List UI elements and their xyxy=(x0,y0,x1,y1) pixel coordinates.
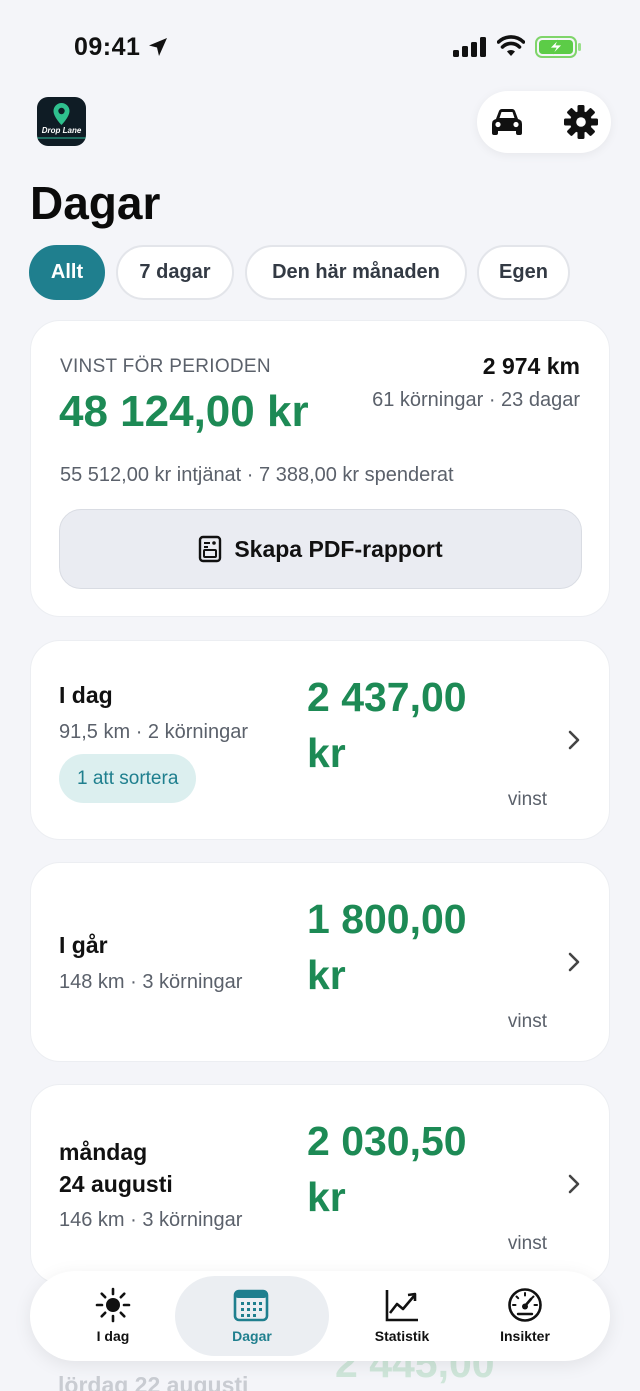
car-icon[interactable] xyxy=(487,102,527,142)
sun-icon xyxy=(95,1287,131,1323)
cellular-signal-icon xyxy=(453,37,486,57)
day-subtitle: 148 km · 3 körningar xyxy=(59,971,243,993)
gauge-icon xyxy=(508,1288,542,1322)
tab-days[interactable]: Dagar xyxy=(174,1271,329,1361)
tab-label: I dag xyxy=(96,1328,130,1344)
day-card-monday[interactable]: måndag 24 augusti 146 km · 3 körningar 2… xyxy=(30,1084,610,1284)
filter-chip-this-month[interactable]: Den här månaden xyxy=(245,245,467,300)
wifi-icon xyxy=(497,35,525,56)
chevron-right-icon xyxy=(568,730,580,750)
day-profit-label: vinst xyxy=(507,1233,547,1254)
day-subtitle: 91,5 km · 2 körningar xyxy=(59,721,248,743)
chevron-right-icon xyxy=(568,952,580,972)
day-profit-label: vinst xyxy=(507,1011,547,1032)
page-title: Dagar xyxy=(30,177,161,229)
day-profit-currency: kr xyxy=(307,952,346,998)
filter-chip-custom[interactable]: Egen xyxy=(477,245,570,300)
to-sort-badge[interactable]: 1 att sortera xyxy=(59,754,197,803)
app-logo: Drop Lane xyxy=(37,97,86,146)
day-card-today[interactable]: I dag 91,5 km · 2 körningar 1 att sorter… xyxy=(30,640,610,840)
day-card-yesterday[interactable]: I går 148 km · 3 körningar 1 800,00 kr v… xyxy=(30,862,610,1062)
bottom-tab-bar: I dag Dagar Statistik Insikter xyxy=(30,1271,610,1361)
day-profit-value: 2 437,00 xyxy=(307,674,467,720)
day-profit-value: 2 030,50 xyxy=(307,1118,467,1164)
logo-text: Drop Lane xyxy=(41,126,82,135)
day-profit-amount: 2 437,00 kr xyxy=(307,669,537,781)
status-bar: 09:41 xyxy=(0,0,640,90)
day-profit-label: vinst xyxy=(507,789,547,810)
tab-label: Dagar xyxy=(232,1328,272,1344)
tab-insights[interactable]: Insikter xyxy=(450,1271,600,1361)
summary-profit: 48 124,00 kr xyxy=(59,387,309,436)
day-profit-currency: kr xyxy=(307,1174,346,1220)
period-summary-card: VINST FÖR PERIODEN 48 124,00 kr 2 974 km… xyxy=(30,320,610,617)
status-time: 09:41 xyxy=(74,33,141,61)
calendar-icon xyxy=(233,1289,269,1322)
top-actions xyxy=(477,91,611,153)
battery-charging-icon xyxy=(535,36,581,58)
create-pdf-report-button[interactable]: Skapa PDF-rapport xyxy=(59,509,582,589)
day-date: 24 augusti xyxy=(59,1171,173,1197)
next-day-title-peek: lördag 22 augusti xyxy=(58,1372,249,1391)
filter-chip-all[interactable]: Allt xyxy=(29,245,105,300)
document-icon xyxy=(199,535,222,563)
map-pin-icon xyxy=(53,103,70,125)
day-profit-amount: 2 030,50 kr xyxy=(307,1113,537,1225)
logo-underline xyxy=(37,137,86,139)
day-profit-value: 1 800,00 xyxy=(307,896,467,942)
filter-chip-7-days[interactable]: 7 dagar xyxy=(116,245,234,300)
day-weekday: måndag xyxy=(59,1139,148,1165)
chevron-right-icon xyxy=(568,1174,580,1194)
chart-icon xyxy=(385,1290,418,1322)
day-title: I går xyxy=(59,932,108,958)
day-subtitle: 146 km · 3 körningar xyxy=(59,1209,243,1231)
summary-label: VINST FÖR PERIODEN xyxy=(60,356,271,377)
location-arrow-icon xyxy=(149,38,167,56)
day-title: måndag 24 augusti xyxy=(59,1136,173,1200)
summary-distance: 2 974 km xyxy=(482,353,580,379)
settings-gear-icon[interactable] xyxy=(561,102,601,142)
summary-earned-spent: 55 512,00 kr intjänat · 7 388,00 kr spen… xyxy=(60,464,454,486)
tab-label: Insikter xyxy=(500,1328,550,1344)
day-profit-currency: kr xyxy=(307,730,346,776)
day-title: I dag xyxy=(59,682,113,708)
tab-today[interactable]: I dag xyxy=(38,1271,188,1361)
day-profit-amount: 1 800,00 kr xyxy=(307,891,537,1003)
summary-trips: 61 körningar · 23 dagar xyxy=(372,389,580,411)
pdf-button-label: Skapa PDF-rapport xyxy=(234,535,443,562)
